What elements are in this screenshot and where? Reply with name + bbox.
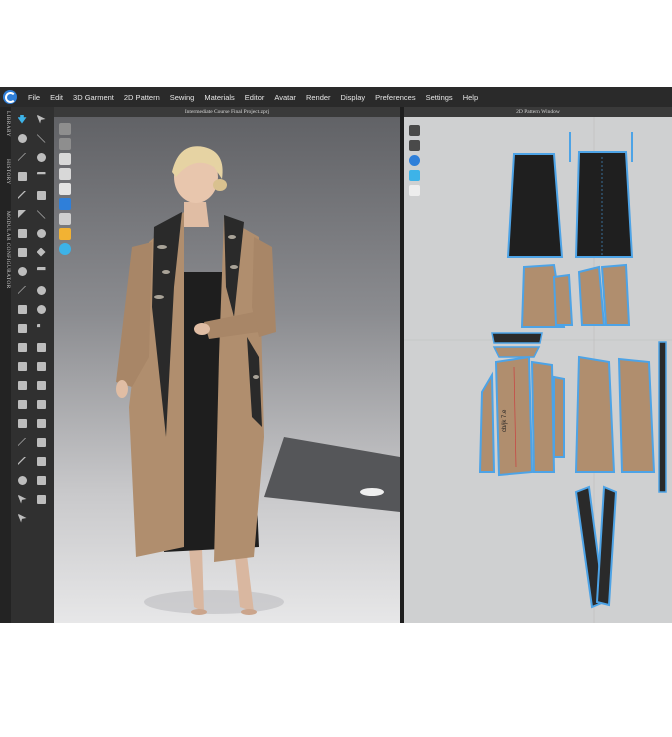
puckering-icon[interactable] — [35, 341, 47, 353]
coat-side-piece-right[interactable] — [553, 375, 565, 458]
gear-icon[interactable] — [35, 284, 47, 296]
sleeve-piece-4[interactable] — [600, 263, 631, 326]
body-icon[interactable] — [16, 417, 28, 429]
coat-front-facing[interactable] — [530, 360, 556, 473]
lining-strip-edge[interactable] — [658, 341, 667, 493]
texture-icon[interactable] — [35, 227, 47, 239]
mirror-icon[interactable] — [35, 474, 47, 486]
app-logo-icon — [3, 90, 17, 104]
menu-help[interactable]: Help — [458, 93, 483, 102]
select-mesh-icon[interactable] — [35, 113, 47, 125]
sleeve-piece-2[interactable] — [552, 273, 574, 326]
cut-icon[interactable] — [35, 208, 47, 220]
arrow-tool-icon[interactable] — [16, 493, 28, 505]
shield-icon[interactable] — [35, 493, 47, 505]
avatar-hand-left — [116, 380, 128, 398]
menu-materials[interactable]: Materials — [199, 93, 239, 102]
avatar-shoe-right — [241, 609, 257, 615]
pose-icon[interactable] — [35, 417, 47, 429]
menu-sewing[interactable]: Sewing — [165, 93, 200, 102]
menu-avatar[interactable]: Avatar — [269, 93, 301, 102]
shading-icon[interactable] — [35, 398, 47, 410]
collar-piece-1[interactable] — [491, 332, 543, 344]
avatar-shadow — [144, 590, 284, 614]
avatar-neck — [184, 202, 209, 227]
dress-front-piece[interactable] — [506, 153, 564, 258]
lining-strip-right[interactable] — [595, 485, 618, 607]
3d-toolbar — [11, 107, 54, 623]
menu-display[interactable]: Display — [336, 93, 371, 102]
menu-settings[interactable]: Settings — [421, 93, 458, 102]
floor-marker — [360, 488, 384, 496]
tack-icon[interactable] — [35, 151, 47, 163]
fitting-icon[interactable] — [16, 246, 28, 258]
pin-icon[interactable] — [16, 151, 28, 163]
dress-back-piece[interactable] — [574, 151, 634, 258]
collar-piece-2[interactable] — [492, 346, 541, 358]
mannequin-icon[interactable] — [16, 398, 28, 410]
menu-file[interactable]: File — [23, 93, 45, 102]
hanger-icon[interactable] — [16, 379, 28, 391]
sew-segment-icon[interactable] — [35, 189, 47, 201]
coat-back-left[interactable] — [574, 355, 616, 473]
topstitch-icon[interactable] — [16, 360, 28, 372]
floor-plane — [264, 437, 400, 512]
lock-icon[interactable] — [35, 379, 47, 391]
avatar-hand-right — [194, 323, 210, 335]
avatar-hair-bun — [213, 179, 227, 191]
avatar-scene — [116, 146, 400, 615]
trim-icon[interactable] — [35, 360, 47, 372]
avatar-shoe-left — [191, 609, 207, 615]
fold-arrangement-icon[interactable] — [16, 132, 28, 144]
menu-edit[interactable]: Edit — [45, 93, 68, 102]
sleeve-piece-3[interactable] — [577, 265, 606, 326]
2d-pattern-window[interactable]: 2D Pattern Window cb/jk 7.e — [404, 107, 672, 623]
side-tab-bar: LIBRARY HISTORY MODULAR CONFIGURATOR — [0, 107, 11, 623]
menu-render[interactable]: Render — [301, 93, 336, 102]
menu-editor[interactable]: Editor — [240, 93, 270, 102]
tab-history[interactable]: HISTORY — [0, 159, 11, 185]
menu-bar: File Edit 3D Garment 2D Pattern Sewing M… — [0, 87, 672, 107]
transform-pattern-icon[interactable] — [35, 132, 47, 144]
fold-icon[interactable] — [16, 208, 28, 220]
measure-icon[interactable] — [16, 170, 28, 182]
snapshot-icon[interactable] — [35, 303, 47, 315]
piece-label: cb/jk 7.e — [502, 409, 508, 432]
pattern-canvas: cb/jk 7.e — [404, 117, 672, 623]
button-icon[interactable] — [16, 265, 28, 277]
graphic-icon[interactable] — [35, 246, 47, 258]
grid-icon[interactable] — [35, 322, 47, 334]
menu-2d-pattern[interactable]: 2D Pattern — [119, 93, 165, 102]
edit-pattern-icon[interactable] — [16, 189, 28, 201]
select-move-icon[interactable] — [16, 113, 28, 125]
garment-fit-icon[interactable] — [16, 322, 28, 334]
3d-viewport[interactable]: Intermediate Course Final Project.zprj — [54, 107, 400, 623]
coat-back-right[interactable] — [617, 357, 656, 473]
pencil-icon[interactable] — [16, 455, 28, 467]
app-window: File Edit 3D Garment 2D Pattern Sewing M… — [0, 87, 672, 623]
cursor-icon[interactable] — [16, 512, 28, 524]
rotate-icon[interactable] — [16, 474, 28, 486]
menu-3d-garment[interactable]: 3D Garment — [68, 93, 119, 102]
show-3d-arrangement-icon[interactable] — [16, 227, 28, 239]
line-icon[interactable] — [16, 436, 28, 448]
buttonhole-icon[interactable] — [35, 265, 47, 277]
menu-preferences[interactable]: Preferences — [370, 93, 420, 102]
tab-modular-configurator[interactable]: MODULAR CONFIGURATOR — [0, 211, 11, 289]
print-icon[interactable] — [16, 341, 28, 353]
coat-side-piece-left[interactable] — [478, 371, 496, 473]
strengthen-icon[interactable] — [35, 170, 47, 182]
grid-view-icon[interactable] — [35, 455, 47, 467]
zipper-icon[interactable] — [16, 284, 28, 296]
tab-library[interactable]: LIBRARY — [0, 111, 11, 137]
avatar-measure-icon[interactable] — [16, 303, 28, 315]
layer-icon[interactable] — [35, 436, 47, 448]
